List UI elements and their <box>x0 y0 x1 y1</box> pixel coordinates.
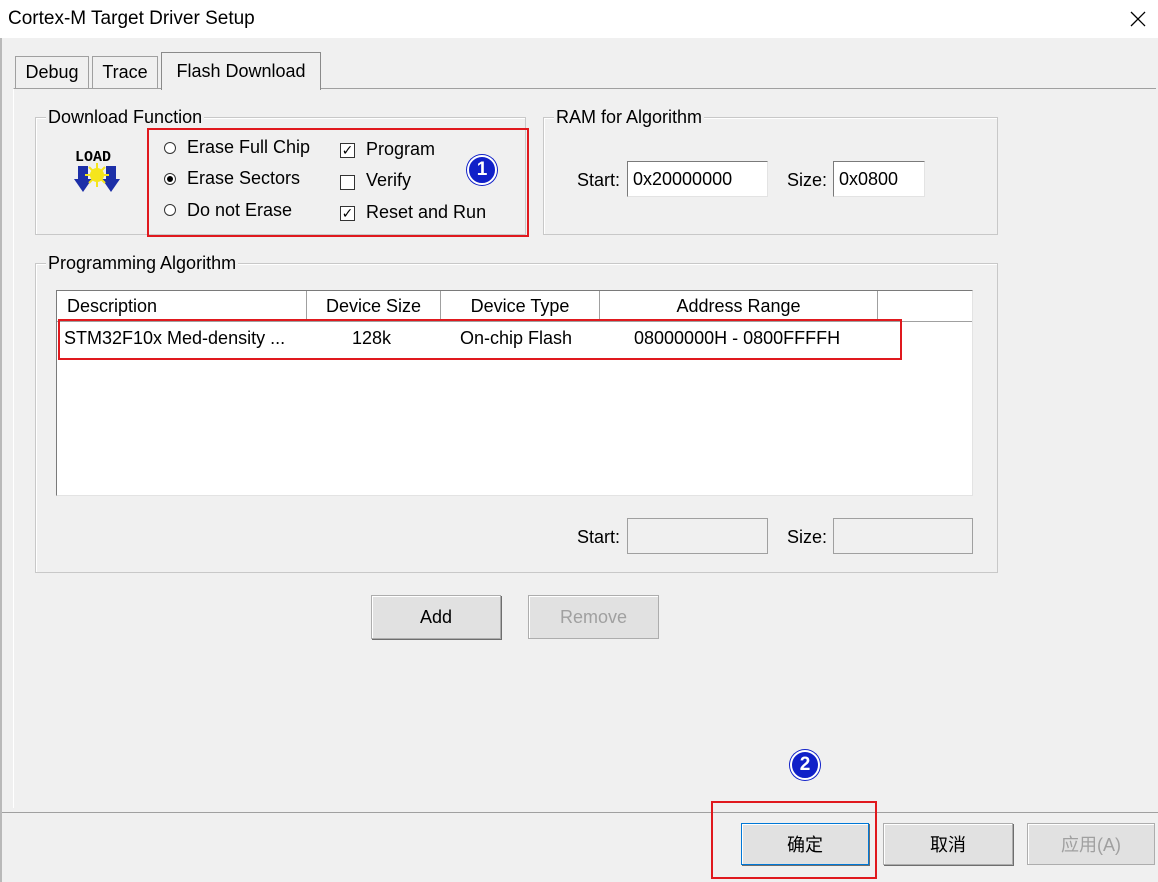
column-header-device-size[interactable]: Device Size <box>307 291 441 322</box>
load-icon-text: LOAD <box>75 149 111 166</box>
tab-trace[interactable]: Trace <box>92 56 158 88</box>
cell-device-type: On-chip Flash <box>460 328 573 348</box>
apply-button[interactable]: 应用(A) <box>1027 823 1155 865</box>
column-header-device-type[interactable]: Device Type <box>441 291 600 322</box>
tab-flash-download[interactable]: Flash Download <box>161 52 321 90</box>
ram-start-input[interactable]: 0x20000000 <box>627 161 768 197</box>
erase-full-chip-radio[interactable] <box>164 142 176 154</box>
verify-label[interactable]: Verify <box>366 170 411 191</box>
ok-button[interactable]: 确定 <box>741 823 869 865</box>
annotation-badge-1: 1 <box>467 155 497 185</box>
ram-size-input[interactable]: 0x0800 <box>833 161 925 197</box>
column-header-filler <box>878 291 972 322</box>
algo-start-input[interactable] <box>627 518 768 554</box>
erase-sectors-radio[interactable] <box>164 173 176 185</box>
program-checkbox[interactable]: ✓ <box>340 143 355 158</box>
erase-sectors-label[interactable]: Erase Sectors <box>187 168 300 189</box>
ram-size-label: Size: <box>787 170 828 190</box>
column-header-description[interactable]: Description <box>57 291 307 322</box>
algo-size-input[interactable] <box>833 518 973 554</box>
remove-button[interactable]: Remove <box>528 595 659 639</box>
algorithm-list[interactable]: Description Device Size Device Type Addr… <box>56 290 973 496</box>
cancel-button[interactable]: 取消 <box>883 823 1013 865</box>
do-not-erase-radio[interactable] <box>164 204 176 216</box>
cell-address-range: 08000000H - 0800FFFFH <box>634 328 841 348</box>
programming-algorithm-title: Programming Algorithm <box>46 252 239 274</box>
tab-debug[interactable]: Debug <box>15 56 89 88</box>
algo-size-label: Size: <box>787 527 828 547</box>
erase-full-chip-label[interactable]: Erase Full Chip <box>187 137 310 158</box>
bottom-separator <box>2 812 1158 813</box>
window-title: Cortex-M Target Driver Setup <box>8 8 255 29</box>
add-button[interactable]: Add <box>371 595 501 639</box>
column-header-address-range[interactable]: Address Range <box>600 291 878 322</box>
annotation-badge-2: 2 <box>790 750 820 780</box>
cell-description: STM32F10x Med-density ... <box>64 328 286 348</box>
program-label[interactable]: Program <box>366 139 435 160</box>
ram-for-algorithm-title: RAM for Algorithm <box>554 106 705 128</box>
load-icon: LOAD <box>74 146 124 194</box>
window-left-border <box>0 38 2 882</box>
reset-and-run-checkbox[interactable]: ✓ <box>340 206 355 221</box>
verify-checkbox[interactable] <box>340 175 355 190</box>
close-button[interactable] <box>1118 0 1158 38</box>
download-function-title: Download Function <box>46 106 205 128</box>
cell-device-size: 128k <box>352 328 392 348</box>
ram-start-label: Start: <box>577 170 621 190</box>
algo-start-label: Start: <box>577 527 621 547</box>
do-not-erase-label[interactable]: Do not Erase <box>187 200 292 221</box>
close-icon <box>1130 11 1146 27</box>
reset-and-run-label[interactable]: Reset and Run <box>366 202 486 223</box>
